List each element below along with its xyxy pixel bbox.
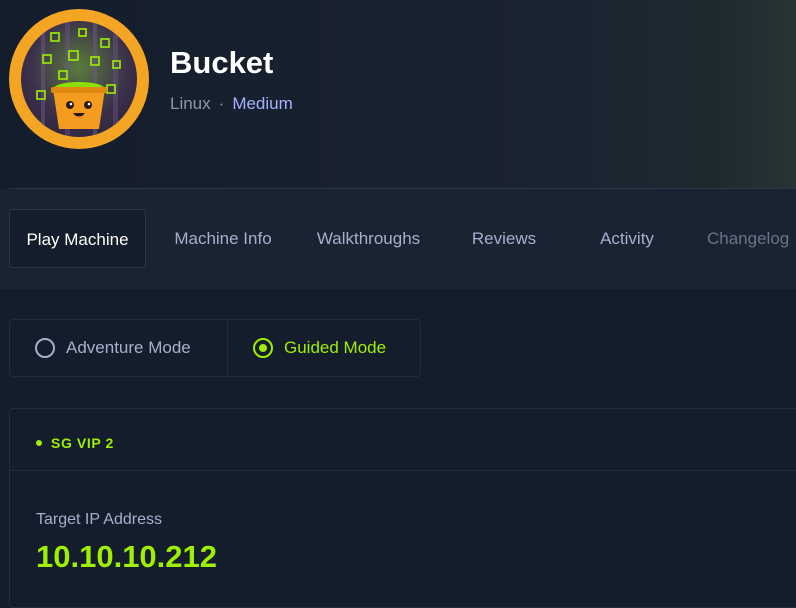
tab-walkthroughs[interactable]: Walkthroughs <box>300 209 437 268</box>
machine-meta: Linux · Medium <box>170 94 293 114</box>
machine-avatar <box>9 9 149 149</box>
meta-separator: · <box>218 94 225 113</box>
machine-os: Linux <box>170 94 211 113</box>
tab-reviews[interactable]: Reviews <box>450 209 558 268</box>
mode-selector: Adventure Mode Guided Mode <box>9 319 421 377</box>
adventure-mode-option[interactable]: Adventure Mode <box>35 320 191 376</box>
target-ip-label: Target IP Address <box>36 511 162 528</box>
adventure-mode-radio-icon[interactable] <box>35 338 55 358</box>
status-dot-icon <box>36 440 42 446</box>
bucket-avatar-icon <box>21 21 137 137</box>
mode-divider <box>227 320 228 376</box>
machine-header: Bucket Linux · Medium <box>0 0 796 188</box>
tab-changelog[interactable]: Changelog <box>700 209 796 268</box>
tab-play-machine[interactable]: Play Machine <box>9 209 146 268</box>
server-indicator[interactable]: SG VIP 2 <box>36 435 114 451</box>
guided-mode-label: Guided Mode <box>284 338 387 357</box>
connection-panel: SG VIP 2 Target IP Address 10.10.10.212 <box>9 408 796 608</box>
target-ip-value[interactable]: 10.10.10.212 <box>36 539 217 575</box>
machine-name: Bucket <box>170 45 274 80</box>
adventure-mode-label: Adventure Mode <box>66 338 191 357</box>
panel-divider <box>10 470 796 471</box>
difficulty-badge[interactable]: Medium <box>232 94 292 113</box>
guided-mode-radio-icon[interactable] <box>253 338 273 358</box>
guided-mode-option[interactable]: Guided Mode <box>253 320 386 376</box>
tab-machine-info[interactable]: Machine Info <box>158 209 288 268</box>
tab-activity[interactable]: Activity <box>573 209 681 268</box>
server-name: SG VIP 2 <box>51 435 114 451</box>
